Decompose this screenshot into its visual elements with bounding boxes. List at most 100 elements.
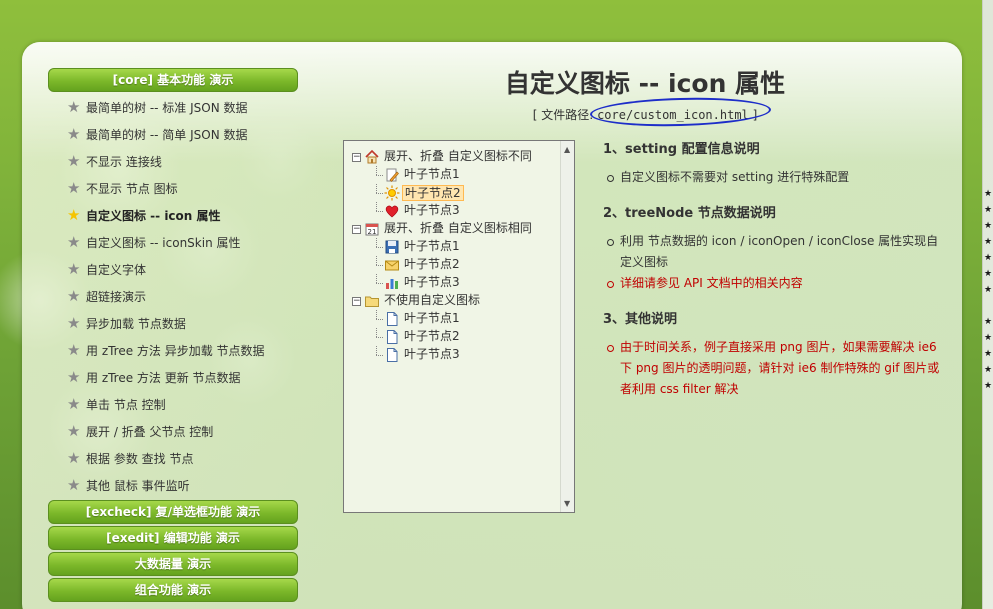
tree-scrollbar[interactable]: ▲ ▼ bbox=[560, 141, 574, 512]
section-title-other: 3、其他说明 bbox=[603, 312, 678, 327]
sun-icon bbox=[384, 185, 400, 201]
tree-node-leaf[interactable]: 叶子节点2 bbox=[371, 184, 534, 202]
tree-connector-line bbox=[371, 166, 383, 184]
tree-node-leaf[interactable]: 叶子节点1 bbox=[371, 238, 534, 256]
menu-header-combo[interactable]: 组合功能 演示 bbox=[48, 578, 298, 602]
home-icon bbox=[364, 149, 380, 165]
menu-item-label: 展开 / 折叠 父节点 控制 bbox=[86, 425, 214, 439]
tree-node-leaf[interactable]: 叶子节点1 bbox=[371, 310, 534, 328]
tree-node-leaf[interactable]: 叶子节点2 bbox=[371, 328, 534, 346]
collapse-switch-icon[interactable]: − bbox=[352, 152, 361, 162]
menu-item-label: 用 zTree 方法 更新 节点数据 bbox=[86, 371, 241, 385]
heart-icon bbox=[384, 203, 400, 219]
tree-node-label[interactable]: 展开、折叠 自定义图标不同 bbox=[382, 149, 534, 165]
menu-item[interactable]: ★ 其他 鼠标 事件监听 bbox=[48, 472, 298, 499]
star-icon: ★ bbox=[67, 449, 81, 467]
tree-node-leaf[interactable]: 叶子节点2 bbox=[371, 256, 534, 274]
menu-item-label: 不显示 节点 图标 bbox=[86, 182, 178, 196]
section-list-setting: 自定义图标不需要对 setting 进行特殊配置 bbox=[603, 167, 948, 188]
tree-node-parent[interactable]: − 展开、折叠 自定义图标不同 bbox=[352, 148, 534, 166]
tree-connector-line bbox=[371, 256, 383, 274]
tree-node-label[interactable]: 展开、折叠 自定义图标相同 bbox=[382, 221, 534, 237]
menu-item[interactable]: ★ 展开 / 折叠 父节点 控制 bbox=[48, 418, 298, 445]
star-icon: ★ bbox=[67, 98, 81, 116]
tree-node-label[interactable]: 叶子节点2 bbox=[402, 185, 464, 201]
tree-node-label[interactable]: 叶子节点3 bbox=[402, 203, 462, 219]
section-title-setting: 1、setting 配置信息说明 bbox=[603, 142, 760, 157]
tree-node-label[interactable]: 叶子节点2 bbox=[402, 257, 462, 273]
star-icon: ★ bbox=[67, 476, 81, 494]
tree-node-leaf[interactable]: 叶子节点3 bbox=[371, 346, 534, 364]
tree-connector-line bbox=[371, 238, 383, 256]
tree-node-label[interactable]: 叶子节点3 bbox=[402, 347, 462, 363]
calendar-icon: 21 bbox=[364, 221, 380, 237]
page-title: 自定义图标 -- icon 属性 bbox=[504, 69, 786, 98]
menu-item[interactable]: ★ 根据 参数 查找 节点 bbox=[48, 445, 298, 472]
star-icon: ★ bbox=[67, 341, 81, 359]
bar-chart-icon bbox=[384, 275, 400, 291]
tree-container[interactable]: − 展开、折叠 自定义图标不同 叶子节点1 叶子节点2 叶子节点3−21 展开、折叠 自定… bbox=[343, 140, 575, 513]
tree-connector-line bbox=[371, 184, 383, 202]
tree-connector-line bbox=[371, 202, 383, 220]
tree-node-label[interactable]: 叶子节点2 bbox=[402, 329, 462, 345]
menu-item[interactable]: ★ 自定义图标 -- iconSkin 属性 bbox=[48, 229, 298, 256]
star-icon: ★ bbox=[67, 152, 81, 170]
tree-node-label[interactable]: 叶子节点1 bbox=[402, 167, 462, 183]
menu-header-excheck[interactable]: [excheck] 复/单选框功能 演示 bbox=[48, 500, 298, 524]
edge-star-icons: ★ ★ ★ ★ ★ ★ ★ ★ ★ ★ ★ ★ bbox=[984, 189, 993, 391]
menu-header-exedit[interactable]: [exedit] 编辑功能 演示 bbox=[48, 526, 298, 550]
menu-list-core: ★ 最简单的树 -- 标准 JSON 数据 ★ 最简单的树 -- 简单 JSON 数据… bbox=[48, 94, 298, 499]
menu-item[interactable]: ★ 最简单的树 -- 简单 JSON 数据 bbox=[48, 121, 298, 148]
tree-connector-line bbox=[371, 310, 383, 328]
menu-item-label: 其他 鼠标 事件监听 bbox=[86, 479, 190, 493]
menu-item[interactable]: ★ 自定义图标 -- icon 属性 bbox=[48, 202, 298, 229]
star-icon: ★ bbox=[67, 125, 81, 143]
page-icon bbox=[384, 347, 400, 363]
tree-node-parent[interactable]: − 不使用自定义图标 bbox=[352, 292, 534, 310]
folder-icon bbox=[364, 293, 380, 309]
ztree: − 展开、折叠 自定义图标不同 叶子节点1 叶子节点2 叶子节点3−21 展开、折叠 自定… bbox=[352, 148, 534, 364]
tree-node-leaf[interactable]: 叶子节点3 bbox=[371, 202, 534, 220]
section-list-other: 由于时间关系，例子直接采用 png 图片，如果需要解决 ie6 下 png 图片… bbox=[603, 337, 948, 400]
star-icon: ★ bbox=[67, 206, 81, 224]
menu-header-core[interactable]: [core] 基本功能 演示 bbox=[48, 68, 298, 92]
star-icon: ★ bbox=[67, 179, 81, 197]
menu-header-bigdata[interactable]: 大数据量 演示 bbox=[48, 552, 298, 576]
collapse-switch-icon[interactable]: − bbox=[352, 224, 361, 234]
list-item: 自定义图标不需要对 setting 进行特殊配置 bbox=[603, 167, 948, 188]
floppy-icon bbox=[384, 239, 400, 255]
scroll-down-arrow-icon[interactable]: ▼ bbox=[564, 499, 570, 508]
menu-item[interactable]: ★ 不显示 节点 图标 bbox=[48, 175, 298, 202]
tree-node-parent[interactable]: −21 展开、折叠 自定义图标相同 bbox=[352, 220, 534, 238]
page-icon bbox=[384, 311, 400, 327]
section-list-treenode: 利用 节点数据的 icon / iconOpen / iconClose 属性实… bbox=[603, 231, 948, 294]
menu-item[interactable]: ★ 自定义字体 bbox=[48, 256, 298, 283]
star-icon: ★ bbox=[67, 260, 81, 278]
menu-item[interactable]: ★ 单击 节点 控制 bbox=[48, 391, 298, 418]
tree-node-label[interactable]: 叶子节点1 bbox=[402, 239, 462, 255]
tree-node-leaf[interactable]: 叶子节点3 bbox=[371, 274, 534, 292]
svg-text:21: 21 bbox=[368, 228, 377, 236]
menu-item[interactable]: ★ 异步加载 节点数据 bbox=[48, 310, 298, 337]
menu-item-label: 异步加载 节点数据 bbox=[86, 317, 186, 331]
tree-node-leaf[interactable]: 叶子节点1 bbox=[371, 166, 534, 184]
collapse-switch-icon[interactable]: − bbox=[352, 296, 361, 306]
menu-item[interactable]: ★ 超链接演示 bbox=[48, 283, 298, 310]
tree-node-label[interactable]: 叶子节点3 bbox=[402, 275, 462, 291]
description-panel: 1、setting 配置信息说明 自定义图标不需要对 setting 进行特殊配… bbox=[603, 138, 948, 414]
menu-item[interactable]: ★ 用 zTree 方法 更新 节点数据 bbox=[48, 364, 298, 391]
menu-item[interactable]: ★ 最简单的树 -- 标准 JSON 数据 bbox=[48, 94, 298, 121]
section-title-treenode: 2、treeNode 节点数据说明 bbox=[603, 206, 776, 221]
file-path-label: [ 文件路径: bbox=[532, 108, 598, 122]
star-icon: ★ bbox=[67, 233, 81, 251]
menu-item[interactable]: ★ 不显示 连接线 bbox=[48, 148, 298, 175]
menu-item-label: 根据 参数 查找 节点 bbox=[86, 452, 194, 466]
tree-node-label[interactable]: 不使用自定义图标 bbox=[382, 293, 482, 309]
menu-item-label: 最简单的树 -- 标准 JSON 数据 bbox=[86, 101, 248, 115]
star-icon: ★ bbox=[67, 395, 81, 413]
scroll-up-arrow-icon[interactable]: ▲ bbox=[564, 145, 570, 154]
tree-node-label[interactable]: 叶子节点1 bbox=[402, 311, 462, 327]
list-item: 利用 节点数据的 icon / iconOpen / iconClose 属性实… bbox=[603, 231, 948, 273]
menu-item[interactable]: ★ 用 zTree 方法 异步加载 节点数据 bbox=[48, 337, 298, 364]
list-item-note: 详细请参见 API 文档中的相关内容 bbox=[603, 273, 948, 294]
